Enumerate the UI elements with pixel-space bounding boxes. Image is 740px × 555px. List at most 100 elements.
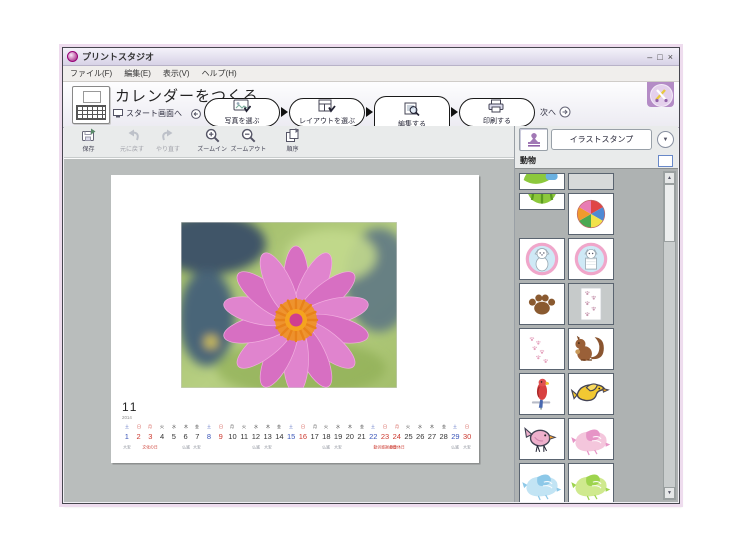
calendar-day-20: 木20 [344, 424, 356, 458]
calendar-day-8: 土8 [203, 424, 215, 458]
stamp-paw-print[interactable] [519, 283, 565, 325]
calendar-day-30: 日30大安 [461, 424, 473, 458]
scroll-down-button[interactable]: ▼ [664, 487, 675, 499]
calendar-day-29: 土29仏滅 [450, 424, 462, 458]
calendar-day-18: 火18仏滅 [320, 424, 332, 458]
edit-toolbar: 保存元に戻すやり直すズームインズームアウト順序 [64, 126, 514, 158]
stamp-soft-bird-blue[interactable] [519, 463, 565, 503]
flower-photo[interactable] [181, 222, 397, 388]
step-arrow-icon [451, 107, 458, 117]
calendar-day-3: 月3文化の日 [144, 424, 156, 458]
stamp-type-dropdown[interactable]: イラストスタンプ [551, 129, 652, 150]
calendar-month: 11 [122, 400, 138, 414]
calendar-day-22: 土22 [367, 424, 379, 458]
stamp-soft-bird-pink[interactable] [568, 418, 614, 460]
next-button[interactable]: 次へ [540, 106, 571, 118]
order-icon [285, 128, 300, 143]
calendar-day-26: 水26 [414, 424, 426, 458]
app-window: プリントスタジオ – □ × ファイル(F)編集(E)表示(V)ヘルプ(H) カ… [62, 47, 680, 504]
calendar-day-19: 水19大安 [332, 424, 344, 458]
accent-strip [647, 82, 674, 107]
stamp-category-label: 動物 [520, 155, 536, 166]
stamp-squirrel[interactable] [568, 328, 614, 370]
menu-item-1[interactable]: 編集(E) [124, 68, 151, 79]
calendar-date-strip: 土1大安日2月3文化の日火4水5木6仏滅金7大安土8日9月10火11水12仏滅木… [121, 424, 473, 458]
redo-icon [161, 128, 176, 143]
stamp-icon [526, 132, 542, 148]
category-list-button[interactable] [658, 155, 673, 167]
calendar-day-1: 土1大安 [121, 424, 133, 458]
zoomin-button[interactable]: ズームイン [196, 128, 228, 153]
stamp-grid: ▲ ▼ [515, 168, 678, 502]
chevron-down-icon: ▼ [663, 137, 669, 143]
stamp-partial-melon[interactable] [519, 193, 565, 210]
stamp-paw-trail[interactable] [568, 283, 614, 325]
stamp-panel: イラストスタンプ ▼ 動物 ▲ ▼ [514, 126, 678, 502]
calendar-day-9: 日9 [215, 424, 227, 458]
stamp-soft-bird-green[interactable] [568, 463, 614, 503]
stamp-dog-badge[interactable] [519, 238, 565, 280]
step-arrow-icon [281, 107, 288, 117]
calendar-day-21: 金21 [356, 424, 368, 458]
stamp-cat-badge[interactable] [568, 238, 614, 280]
zoomout-icon [241, 128, 256, 143]
order-button[interactable]: 順序 [276, 128, 308, 153]
scroll-thumb[interactable] [664, 184, 675, 242]
calendar-year: 2014 [122, 415, 132, 420]
calendar-day-14: 金14 [274, 424, 286, 458]
tools-badge-icon[interactable] [650, 84, 673, 107]
edit-icon [403, 102, 421, 121]
calendar-day-10: 月10 [227, 424, 239, 458]
stamp-partial-wing[interactable] [519, 173, 565, 190]
calendar-day-4: 火4 [156, 424, 168, 458]
monitor-icon [113, 109, 123, 118]
undo-icon [125, 128, 140, 143]
calendar-day-17: 月17 [309, 424, 321, 458]
app-icon [67, 51, 78, 62]
step-print[interactable]: 印刷する [459, 98, 535, 127]
menu-item-2[interactable]: 表示(V) [163, 68, 190, 79]
stamp-empty[interactable] [568, 173, 614, 190]
save-button[interactable]: 保存 [72, 128, 104, 153]
stamp-yellow-bird[interactable] [568, 373, 614, 415]
calendar-day-25: 火25 [403, 424, 415, 458]
maximize-button[interactable]: □ [657, 52, 662, 62]
print-icon [488, 99, 506, 118]
stamp-parrot[interactable] [519, 373, 565, 415]
calendar-day-7: 金7大安 [191, 424, 203, 458]
stamp-tool-button[interactable] [519, 128, 548, 151]
stamp-type-dropdown-button[interactable]: ▼ [657, 131, 674, 148]
undo-button: 元に戻す [116, 128, 148, 153]
step-layout[interactable]: レイアウトを選ぶ [289, 98, 365, 127]
design-canvas[interactable]: 11 2014 土1大安日2月3文化の日火4水5木6仏滅金7大安土8日9月10火… [64, 158, 514, 502]
redo-button: やり直す [152, 128, 184, 153]
calendar-day-28: 金28 [438, 424, 450, 458]
calendar-day-16: 日16 [297, 424, 309, 458]
calendar-day-23: 日23勤労感謝の日 [379, 424, 391, 458]
scroll-up-button[interactable]: ▲ [664, 172, 675, 184]
calendar-day-24: 月24振替休日 [391, 424, 403, 458]
close-button[interactable]: × [668, 52, 673, 62]
menu-item-3[interactable]: ヘルプ(H) [202, 68, 237, 79]
calendar-mode-icon [72, 86, 110, 124]
step-arrow-icon [366, 107, 373, 117]
back-arrow-icon [191, 109, 201, 119]
calendar-day-5: 水5 [168, 424, 180, 458]
calendar-page[interactable]: 11 2014 土1大安日2月3文化の日火4水5木6仏滅金7大安土8日9月10火… [111, 175, 479, 463]
minimize-button[interactable]: – [647, 52, 652, 62]
stamp-pink-bird[interactable] [519, 418, 565, 460]
stamp-paw-trail-pink[interactable] [519, 328, 565, 370]
title-bar[interactable]: プリントスタジオ – □ × [63, 48, 679, 66]
photo-icon [233, 99, 251, 118]
stamp-beach-ball[interactable] [568, 193, 614, 235]
zoomout-button[interactable]: ズームアウト [232, 128, 264, 153]
menu-item-0[interactable]: ファイル(F) [70, 68, 112, 79]
save-icon [81, 128, 96, 143]
step-photo[interactable]: 写真を選ぶ [204, 98, 280, 127]
window-title: プリントスタジオ [82, 50, 647, 63]
calendar-day-2: 日2 [133, 424, 145, 458]
stamp-scrollbar[interactable]: ▲ ▼ [663, 171, 676, 500]
start-screen-button[interactable]: スタート画面へ [113, 108, 182, 119]
layout-icon [318, 99, 336, 118]
calendar-day-12: 水12仏滅 [250, 424, 262, 458]
